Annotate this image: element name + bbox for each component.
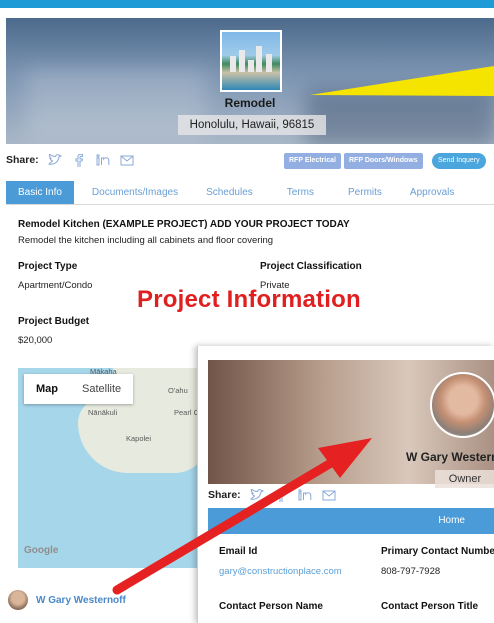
email-label: Email Id [219,546,258,557]
map-label-pearl-city: Pearl C [174,408,200,417]
project-owner[interactable]: W Gary Westernoff [8,590,126,610]
linkedin-icon[interactable] [95,153,111,167]
project-address: Honolulu, Hawaii, 96815 [178,115,326,135]
project-tabs: Basic Info Documents/Images Schedules Te… [6,181,494,205]
twitter-icon[interactable] [47,153,63,167]
profile-share-bar: Share: [208,488,337,502]
mail-icon[interactable] [321,488,337,502]
project-thumbnail[interactable] [220,30,282,92]
profile-avatar [430,372,494,438]
project-description: Remodel the kitchen including all cabine… [18,235,274,246]
project-name: Remodel [224,96,276,110]
share-bar: Share: [6,150,135,170]
profile-role-badge: Owner [435,470,494,488]
map-label-oahu: O'ahu [168,386,188,395]
primary-contact-label: Primary Contact Numbe [381,546,494,557]
tab-basic-info[interactable]: Basic Info [6,181,74,204]
facebook-icon[interactable] [273,488,289,502]
owner-name-link[interactable]: W Gary Westernoff [36,595,126,606]
map-label-nanakuli: Nānākuli [88,408,118,417]
primary-contact-value: 808-797-7928 [381,566,441,577]
map-label-makaha: Mākaha [90,368,117,376]
project-information-callout: Project Information [137,286,361,313]
send-inquiry-button[interactable]: Send Inquery [432,153,486,169]
project-map[interactable]: Map Satellite Mākaha O'ahu Nānākuli Pear… [18,368,208,568]
project-type-value: Apartment/Condo [18,280,93,291]
rfp-electrical-button[interactable]: RFP Electrical [284,153,341,169]
profile-hero-banner: W Gary Westerno Owner [208,360,494,488]
google-logo: Google [24,545,59,556]
top-strip [0,0,494,8]
email-link[interactable]: gary@constructionplace.com [219,566,342,577]
project-budget-label: Project Budget [18,316,90,327]
profile-name: W Gary Westerno [406,450,494,464]
yellow-pointer-beam [310,66,494,96]
owner-profile-card: W Gary Westerno Owner Share: Home Email … [197,346,494,623]
map-type-toggle: Map Satellite [24,374,134,404]
map-tab-satellite[interactable]: Satellite [70,374,133,404]
project-budget-value: $20,000 [18,335,53,346]
map-tab-map[interactable]: Map [24,374,70,404]
owner-avatar [8,590,28,610]
profile-tab-home[interactable]: Home [438,508,465,534]
project-type-label: Project Type [18,261,78,272]
tab-terms[interactable]: Terms [275,181,326,204]
tab-schedules[interactable]: Schedules [194,181,265,204]
profile-nav-bar: Home [208,508,494,534]
mail-icon[interactable] [119,153,135,167]
project-classification-label: Project Classification [260,261,362,272]
linkedin-icon[interactable] [297,488,313,502]
map-label-kapolei: Kapolei [126,434,152,443]
contact-person-title-label: Contact Person Title [381,601,479,612]
rfp-doors-windows-button[interactable]: RFP Doors/Windows [344,153,423,169]
contact-person-name-label: Contact Person Name [219,601,323,612]
tab-documents-images[interactable]: Documents/Images [80,181,190,204]
twitter-icon[interactable] [249,488,265,502]
tab-approvals[interactable]: Approvals [398,181,466,204]
tab-permits[interactable]: Permits [336,181,394,204]
share-label: Share: [6,154,39,166]
facebook-icon[interactable] [71,153,87,167]
project-title: Remodel Kitchen (EXAMPLE PROJECT) ADD YO… [18,219,350,230]
profile-share-label: Share: [208,489,241,501]
